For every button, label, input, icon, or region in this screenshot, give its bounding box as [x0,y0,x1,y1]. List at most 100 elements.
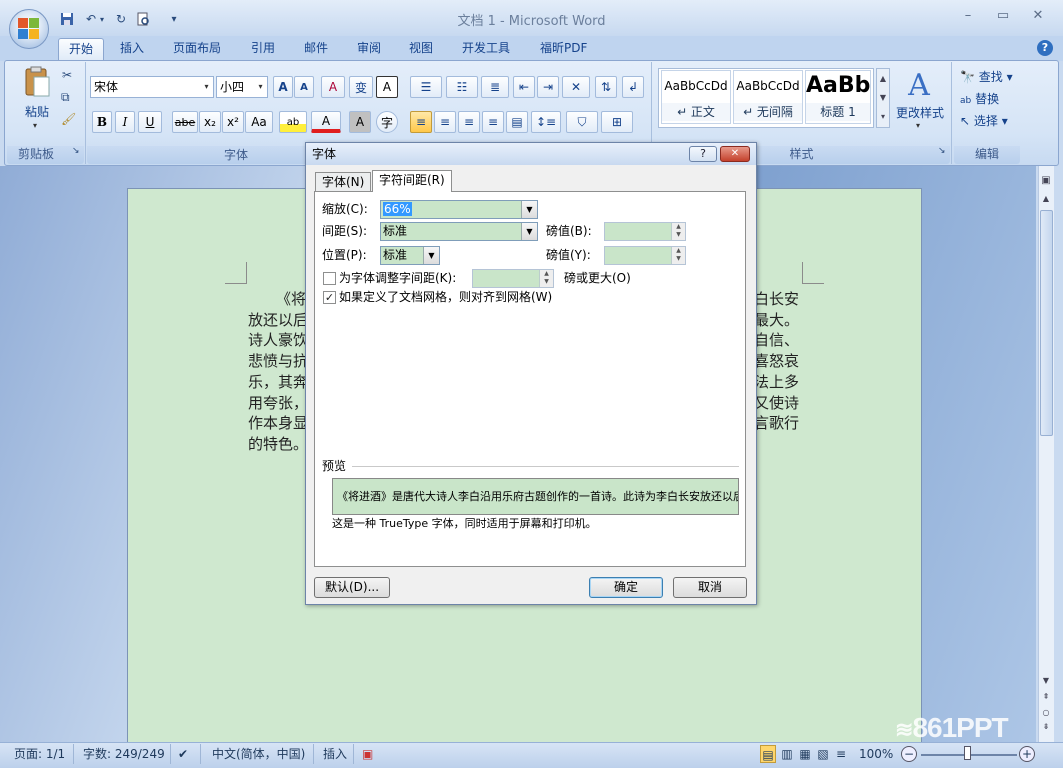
chinese-layout-button[interactable]: ✕ [562,76,590,98]
tab-page-layout[interactable]: 页面布局 [163,38,231,60]
char-border-button[interactable]: A [376,76,398,98]
tab-view[interactable]: 视图 [399,38,443,60]
paste-icon[interactable] [22,66,52,98]
clipboard-launcher-icon[interactable]: ↘ [72,146,80,156]
tab-character-spacing[interactable]: 字符间距(R) [372,170,452,192]
replace-button[interactable]: ab 替换 [960,90,999,107]
ok-button[interactable]: 确定 [589,577,663,598]
style-no-spacing[interactable]: AaBbCcDd ↵ 无间隔 [733,70,803,124]
change-styles-icon[interactable]: A [902,68,936,103]
minimize-button[interactable]: – [953,8,983,26]
status-language[interactable]: 中文(简体，中国) [212,745,305,763]
bold-button[interactable]: B [92,111,112,133]
status-page[interactable]: 页面: 1/1 [14,745,65,763]
clear-format-button[interactable]: A [321,76,345,98]
select-button[interactable]: ↖ 选择 ▾ [960,112,1008,129]
spacing-by-spinner[interactable]: ▲ ▼ [604,222,686,241]
char-shading-button[interactable]: A [349,111,371,133]
change-styles-button[interactable]: 更改样式 [893,104,947,121]
ruler-toggle-icon[interactable]: ▣ [1040,175,1052,189]
justify-button[interactable]: ≡ [482,111,504,133]
shrink-font-button[interactable]: A [294,76,314,98]
zoom-in-icon[interactable]: + [1019,746,1035,762]
paste-label[interactable]: 粘贴 [22,103,52,120]
status-insert-mode[interactable]: 插入 [323,745,347,763]
copy-icon[interactable]: ⧉ [61,90,70,105]
scroll-thumb[interactable] [1040,210,1053,436]
increase-indent-button[interactable]: ⇥ [537,76,559,98]
help-icon[interactable]: ? [1037,40,1053,56]
spacing-select[interactable]: 标准 ▼ [380,222,538,241]
sort-button[interactable]: ⇅ [595,76,617,98]
kerning-checkbox[interactable] [323,272,336,285]
align-center-button[interactable]: ≡ [434,111,456,133]
close-button[interactable]: ✕ [1023,8,1053,26]
prev-page-icon[interactable]: ⇞ [1040,692,1052,701]
font-name-select[interactable]: 宋体 ▾ [90,76,214,98]
tab-mailings[interactable]: 邮件 [294,38,338,60]
next-page-icon[interactable]: ⇟ [1040,722,1052,731]
find-button[interactable]: 🔭 查找 ▾ [960,68,1013,85]
tab-insert[interactable]: 插入 [110,38,154,60]
full-screen-reading-icon[interactable]: ▥ [779,745,795,763]
proofing-icon[interactable]: ✔ [178,745,188,763]
borders-button[interactable]: ⊞ [601,111,633,133]
superscript-button[interactable]: x² [222,111,244,133]
kerning-spinner[interactable]: ▲ ▼ [472,269,554,288]
line-spacing-button[interactable]: ↕≡ [531,111,561,133]
show-marks-button[interactable]: ↲ [622,76,644,98]
phonetic-guide-button[interactable]: 变 [349,76,373,98]
subscript-button[interactable]: x₂ [199,111,221,133]
multilevel-list-button[interactable]: ≣ [481,76,509,98]
zoom-slider-thumb[interactable] [964,746,971,760]
print-layout-view-icon[interactable]: ▤ [760,745,776,763]
tab-foxit-pdf[interactable]: 福昕PDF [530,38,597,60]
grid-align-checkbox[interactable]: ✓ [323,291,336,304]
kerning-label[interactable]: 为字体调整字间距(K): [339,268,456,288]
enclose-char-button[interactable]: 字 [376,111,398,133]
align-left-button[interactable]: ≡ [410,111,432,133]
maximize-button[interactable]: ▭ [988,8,1018,26]
status-word-count[interactable]: 字数: 249/249 [83,745,165,763]
style-heading-1[interactable]: AaBb 标题 1 [805,70,871,124]
tab-review[interactable]: 审阅 [347,38,391,60]
outline-view-icon[interactable]: ▧ [815,745,831,763]
styles-launcher-icon[interactable]: ↘ [938,146,946,156]
cut-icon[interactable]: ✂ [62,68,72,82]
decrease-indent-button[interactable]: ⇤ [513,76,535,98]
default-button[interactable]: 默认(D)... [314,577,390,598]
align-right-button[interactable]: ≡ [458,111,480,133]
style-normal[interactable]: AaBbCcDd ↵ 正文 [661,70,731,124]
font-size-select[interactable]: 小四 ▾ [216,76,268,98]
change-case-button[interactable]: Aa [245,111,273,133]
paste-dropdown-icon[interactable]: ▾ [33,121,37,130]
format-painter-icon[interactable]: 🖌 [61,112,76,126]
dialog-help-button[interactable]: ? [689,146,717,162]
underline-button[interactable]: U [138,111,162,133]
scroll-up-arrow-icon[interactable]: ▲ [1040,194,1052,208]
numbering-button[interactable]: ☷ [446,76,478,98]
distributed-button[interactable]: ▤ [506,111,528,133]
zoom-out-icon[interactable]: − [901,746,917,762]
web-layout-icon[interactable]: ▦ [797,745,813,763]
shading-button[interactable]: ⛉ [566,111,598,133]
italic-button[interactable]: I [115,111,135,133]
font-color-button[interactable]: A [311,111,341,133]
dialog-close-button[interactable]: ✕ [720,146,750,162]
position-select[interactable]: 标准 ▼ [380,246,440,265]
tab-references[interactable]: 引用 [241,38,285,60]
cancel-button[interactable]: 取消 [673,577,747,598]
zoom-level[interactable]: 100% [859,745,893,763]
grid-align-label[interactable]: 如果定义了文档网格，则对齐到网格(W) [339,287,552,307]
position-by-spinner[interactable]: ▲ ▼ [604,246,686,265]
strikethrough-button[interactable]: abe [172,111,198,133]
office-button[interactable] [9,9,49,49]
grow-font-button[interactable]: A [273,76,293,98]
style-gallery-scroll[interactable]: ▲ ▼ ▾ [876,68,890,128]
tab-developer[interactable]: 开发工具 [452,38,520,60]
tab-home[interactable]: 开始 [58,38,105,60]
scroll-down-arrow-icon[interactable]: ▼ [1040,676,1052,685]
tab-font[interactable]: 字体(N) [315,172,372,192]
bullets-button[interactable]: ☰ [410,76,442,98]
scale-select[interactable]: 66% ▼ [380,200,538,219]
